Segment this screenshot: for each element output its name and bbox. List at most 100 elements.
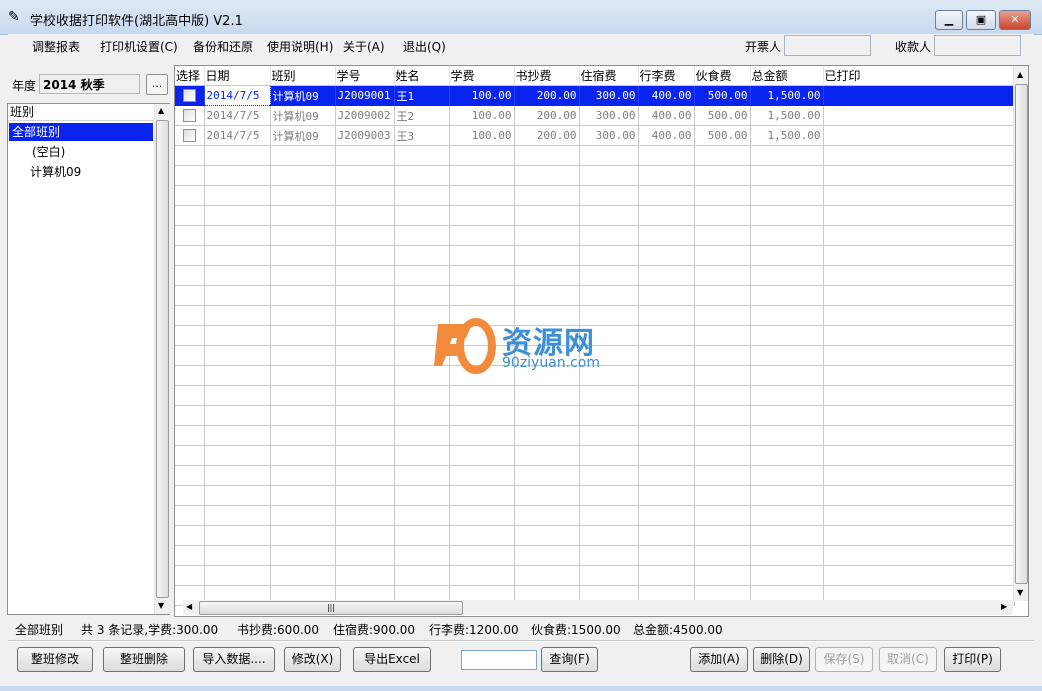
empty-cell[interactable] bbox=[175, 345, 205, 366]
empty-cell[interactable] bbox=[638, 425, 695, 446]
empty-cell[interactable] bbox=[335, 225, 395, 246]
empty-cell[interactable] bbox=[694, 465, 751, 486]
empty-cell[interactable] bbox=[449, 425, 515, 446]
delete-button[interactable]: 删除(D) bbox=[753, 647, 810, 672]
empty-cell[interactable] bbox=[394, 285, 450, 306]
empty-cell[interactable] bbox=[823, 485, 1015, 506]
empty-cell[interactable] bbox=[638, 385, 695, 406]
empty-cell[interactable] bbox=[514, 225, 580, 246]
table-row[interactable] bbox=[175, 565, 1015, 586]
empty-cell[interactable] bbox=[394, 245, 450, 266]
close-button[interactable]: ✕ bbox=[999, 10, 1031, 30]
menu-backup-restore[interactable]: 备份和还原 bbox=[193, 38, 253, 55]
payee-field[interactable] bbox=[934, 35, 1021, 56]
empty-cell[interactable] bbox=[750, 405, 824, 426]
empty-cell[interactable] bbox=[823, 225, 1015, 246]
empty-cell[interactable] bbox=[449, 565, 515, 586]
empty-cell[interactable] bbox=[394, 405, 450, 426]
tree-scrollbar[interactable]: ▲ ▼ bbox=[154, 104, 170, 614]
empty-cell[interactable] bbox=[823, 525, 1015, 546]
empty-cell[interactable] bbox=[694, 305, 751, 326]
table-cell[interactable]: 100.00 bbox=[449, 125, 515, 146]
empty-cell[interactable] bbox=[514, 405, 580, 426]
empty-cell[interactable] bbox=[204, 385, 271, 406]
empty-cell[interactable] bbox=[514, 525, 580, 546]
empty-cell[interactable] bbox=[394, 545, 450, 566]
empty-cell[interactable] bbox=[270, 505, 336, 526]
empty-cell[interactable] bbox=[750, 185, 824, 206]
empty-cell[interactable] bbox=[514, 425, 580, 446]
table-row[interactable]: 2014/7/5 计算机09 J2009003 王3 100.00 200.00 300.0… bbox=[175, 125, 1015, 146]
empty-cell[interactable] bbox=[823, 205, 1015, 226]
empty-cell[interactable] bbox=[694, 165, 751, 186]
empty-cell[interactable] bbox=[750, 285, 824, 306]
empty-cell[interactable] bbox=[335, 285, 395, 306]
empty-cell[interactable] bbox=[750, 565, 824, 586]
table-cell[interactable]: 计算机09 bbox=[270, 85, 336, 106]
empty-cell[interactable] bbox=[823, 505, 1015, 526]
import-data-button[interactable]: 导入数据.... bbox=[193, 647, 275, 672]
add-button[interactable]: 添加(A) bbox=[690, 647, 748, 672]
empty-cell[interactable] bbox=[823, 245, 1015, 266]
empty-cell[interactable] bbox=[750, 505, 824, 526]
empty-cell[interactable] bbox=[175, 265, 205, 286]
grid-hscrollbar[interactable]: ◀ ||| ▶ bbox=[183, 600, 1013, 615]
select-checkbox[interactable] bbox=[183, 109, 196, 123]
table-cell[interactable] bbox=[823, 85, 1015, 106]
empty-cell[interactable] bbox=[335, 245, 395, 266]
print-button[interactable]: 打印(P) bbox=[944, 647, 1001, 672]
table-row[interactable] bbox=[175, 265, 1015, 286]
table-row[interactable] bbox=[175, 145, 1015, 166]
empty-cell[interactable] bbox=[579, 165, 639, 186]
table-row[interactable] bbox=[175, 385, 1015, 406]
empty-cell[interactable] bbox=[204, 165, 271, 186]
menu-about[interactable]: 关于(A) bbox=[343, 38, 385, 55]
table-row[interactable] bbox=[175, 485, 1015, 506]
table-row[interactable] bbox=[175, 405, 1015, 426]
empty-cell[interactable] bbox=[335, 405, 395, 426]
scroll-left-arrow-icon[interactable]: ◀ bbox=[186, 602, 192, 611]
empty-cell[interactable] bbox=[204, 145, 271, 166]
empty-cell[interactable] bbox=[204, 425, 271, 446]
empty-cell[interactable] bbox=[579, 405, 639, 426]
empty-cell[interactable] bbox=[638, 565, 695, 586]
empty-cell[interactable] bbox=[394, 225, 450, 246]
empty-cell[interactable] bbox=[270, 205, 336, 226]
empty-cell[interactable] bbox=[175, 145, 205, 166]
empty-cell[interactable] bbox=[204, 345, 271, 366]
empty-cell[interactable] bbox=[204, 405, 271, 426]
grid-vscroll-thumb[interactable] bbox=[1015, 84, 1028, 584]
select-checkbox-cell[interactable] bbox=[175, 85, 205, 106]
table-cell[interactable]: 500.00 bbox=[694, 125, 751, 146]
empty-cell[interactable] bbox=[514, 245, 580, 266]
tree-item-blank[interactable]: (空白) bbox=[32, 143, 65, 161]
empty-cell[interactable] bbox=[335, 425, 395, 446]
table-cell[interactable]: 1,500.00 bbox=[750, 105, 824, 126]
empty-cell[interactable] bbox=[204, 365, 271, 386]
empty-cell[interactable] bbox=[579, 465, 639, 486]
empty-cell[interactable] bbox=[204, 465, 271, 486]
empty-cell[interactable] bbox=[175, 225, 205, 246]
empty-cell[interactable] bbox=[204, 445, 271, 466]
empty-cell[interactable] bbox=[270, 565, 336, 586]
table-cell[interactable]: 1,500.00 bbox=[750, 85, 824, 106]
empty-cell[interactable] bbox=[449, 545, 515, 566]
column-header[interactable]: 姓名 bbox=[394, 66, 450, 86]
select-checkbox[interactable] bbox=[183, 129, 196, 143]
empty-cell[interactable] bbox=[394, 165, 450, 186]
table-cell[interactable]: 王1 bbox=[394, 85, 450, 106]
empty-cell[interactable] bbox=[204, 225, 271, 246]
select-checkbox-cell[interactable] bbox=[175, 105, 205, 126]
empty-cell[interactable] bbox=[175, 305, 205, 326]
empty-cell[interactable] bbox=[449, 385, 515, 406]
grid-scroll-up-icon[interactable]: ▲ bbox=[1017, 70, 1023, 79]
empty-cell[interactable] bbox=[638, 305, 695, 326]
empty-cell[interactable] bbox=[270, 485, 336, 506]
grid-vscrollbar[interactable]: ▲ ▼ bbox=[1013, 66, 1028, 601]
empty-cell[interactable] bbox=[638, 165, 695, 186]
column-header[interactable]: 书抄费 bbox=[514, 66, 580, 86]
empty-cell[interactable] bbox=[335, 205, 395, 226]
empty-cell[interactable] bbox=[270, 425, 336, 446]
menu-printer-settings[interactable]: 打印机设置(C) bbox=[100, 38, 178, 55]
empty-cell[interactable] bbox=[449, 245, 515, 266]
